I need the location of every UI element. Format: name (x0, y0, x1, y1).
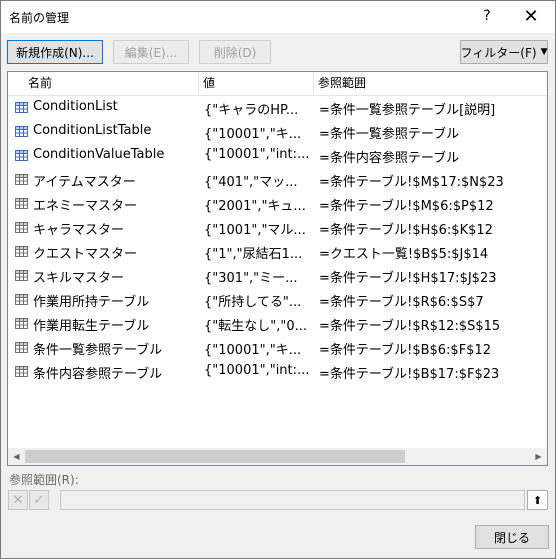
row-value: {"10001","キ... (204, 343, 302, 357)
list-item[interactable]: ConditionList {"キャラのHP... =条件一覧参照テーブル[説明] (8, 96, 547, 120)
row-value: {"401","マッ... (204, 175, 298, 189)
column-header-name[interactable]: 名前 (24, 72, 194, 96)
row-value: {"所持してる"... (204, 295, 302, 309)
edit-button[interactable]: 編集(E)... (113, 40, 189, 64)
row-value: {"2001","キュ... (204, 199, 306, 213)
row-refers-to: =クエスト一覧!$B$5:$J$14 (319, 247, 489, 261)
list-item[interactable]: アイテムマスター {"401","マッ... =条件テーブル!$M$17:$N$23 (8, 168, 547, 192)
row-value: {"301","ミー... (204, 271, 298, 285)
delete-button[interactable]: 削除(D) (199, 40, 271, 64)
row-value: {"10001","int:... (204, 363, 310, 378)
list-item[interactable]: ConditionListTable {"10001","キ... =条件一覧参照テ… (8, 120, 547, 144)
row-refers-to: =条件テーブル!$B$6:$F$12 (319, 343, 491, 357)
horizontal-scrollbar[interactable]: ◀ ▶ (8, 448, 547, 465)
collapse-dialog-icon[interactable]: ⬆ (527, 490, 548, 510)
row-refers-to: =条件テーブル!$H$6:$K$12 (319, 223, 493, 237)
chevron-down-icon: ▼ (540, 47, 548, 57)
help-icon[interactable]: ? (465, 1, 509, 31)
row-value: {"転生なし","0... (204, 319, 308, 333)
list-item[interactable]: エネミーマスター {"2001","キュ... =条件テーブル!$M$6:$P$12 (8, 192, 547, 216)
row-value: {"1001","マル... (204, 223, 306, 237)
range-icon (15, 318, 28, 329)
list-item[interactable]: 作業用転生テーブル {"転生なし","0... =条件テーブル!$R$12:$S$1… (8, 312, 547, 336)
range-icon (15, 342, 28, 353)
row-name: 作業用所持テーブル (33, 295, 150, 309)
row-refers-to: =条件テーブル!$B$17:$F$23 (319, 367, 500, 381)
range-icon (15, 366, 28, 377)
range-icon (15, 294, 28, 305)
window-title: 名前の管理 (9, 11, 70, 25)
table-icon (15, 102, 28, 113)
new-button[interactable]: 新規作成(N)... (7, 40, 103, 64)
row-refers-to: =条件テーブル!$R$6:$S$7 (319, 295, 484, 309)
row-name: ConditionListTable (33, 123, 152, 138)
list-item[interactable]: 条件内容参照テーブル {"10001","int:... =条件テーブル!$B$17… (8, 360, 547, 384)
row-name: クエストマスター (33, 247, 138, 261)
title-bar: 名前の管理 ? ✕ (1, 1, 555, 33)
row-refers-to: =条件一覧参照テーブル[説明] (319, 103, 496, 117)
scroll-right-icon[interactable]: ▶ (530, 448, 547, 465)
filter-label: フィルター(F) (460, 45, 537, 60)
close-icon[interactable]: ✕ (509, 1, 553, 31)
row-name: 作業用転生テーブル (33, 319, 150, 333)
refers-to-input[interactable] (60, 490, 525, 510)
row-name: ConditionList (33, 99, 118, 114)
filter-button[interactable]: フィルター(F) ▼ (460, 40, 548, 64)
row-value: {"キャラのHP... (204, 103, 299, 117)
list-item[interactable]: 作業用所持テーブル {"所持してる"... =条件テーブル!$R$6:$S$7 (8, 288, 547, 312)
row-refers-to: =条件一覧参照テーブル (319, 127, 460, 141)
row-name: ConditionValueTable (33, 147, 165, 162)
names-list[interactable]: 名前 値 参照範囲 ConditionList {"キャラのHP... =条件一覧参… (7, 71, 548, 466)
column-header-value[interactable]: 値 (198, 72, 310, 96)
range-icon (15, 246, 28, 257)
confirm-edit-icon[interactable]: ✓ (29, 490, 49, 510)
list-item[interactable]: キャラマスター {"1001","マル... =条件テーブル!$H$6:$K$12 (8, 216, 547, 240)
row-value: {"10001","キ... (204, 127, 302, 141)
name-manager-dialog: 名前の管理 ? ✕ 新規作成(N)... 編集(E)... 削除(D) フィルタ… (0, 0, 556, 559)
scroll-left-icon[interactable]: ◀ (8, 448, 25, 465)
list-item[interactable]: スキルマスター {"301","ミー... =条件テーブル!$H$17:$J$23 (8, 264, 547, 288)
row-refers-to: =条件テーブル!$R$12:$S$15 (319, 319, 501, 333)
range-icon (15, 174, 28, 185)
list-item[interactable]: 条件一覧参照テーブル {"10001","キ... =条件テーブル!$B$6:$F$… (8, 336, 547, 360)
list-rows: ConditionList {"キャラのHP... =条件一覧参照テーブル[説明] C… (8, 96, 547, 384)
table-icon (15, 126, 28, 137)
list-header: 名前 値 参照範囲 (8, 72, 547, 96)
close-button[interactable]: 閉じる (475, 525, 549, 549)
row-refers-to: =条件内容参照テーブル (319, 151, 460, 165)
row-refers-to: =条件テーブル!$M$17:$N$23 (319, 175, 504, 189)
row-refers-to: =条件テーブル!$M$6:$P$12 (319, 199, 494, 213)
list-item[interactable]: クエストマスター {"1","尿結石1... =クエスト一覧!$B$5:$J$14 (8, 240, 547, 264)
row-value: {"10001","int:... (204, 147, 310, 162)
row-name: 条件一覧参照テーブル (33, 343, 163, 357)
range-icon (15, 222, 28, 233)
range-icon (15, 198, 28, 209)
row-name: 条件内容参照テーブル (33, 367, 163, 381)
scrollbar-thumb[interactable] (25, 450, 405, 463)
row-name: アイテムマスター (33, 175, 136, 189)
row-refers-to: =条件テーブル!$H$17:$J$23 (319, 271, 497, 285)
row-name: キャラマスター (33, 223, 125, 237)
row-name: エネミーマスター (33, 199, 138, 213)
refers-to-label: 参照範囲(R): (9, 473, 79, 487)
row-value: {"1","尿結石1... (204, 247, 303, 261)
column-header-refers-to[interactable]: 参照範囲 (313, 72, 543, 96)
cancel-edit-icon[interactable]: ✕ (8, 490, 28, 510)
table-icon (15, 150, 28, 161)
row-name: スキルマスター (33, 271, 125, 285)
list-item[interactable]: ConditionValueTable {"10001","int:... =条件内… (8, 144, 547, 168)
range-icon (15, 270, 28, 281)
